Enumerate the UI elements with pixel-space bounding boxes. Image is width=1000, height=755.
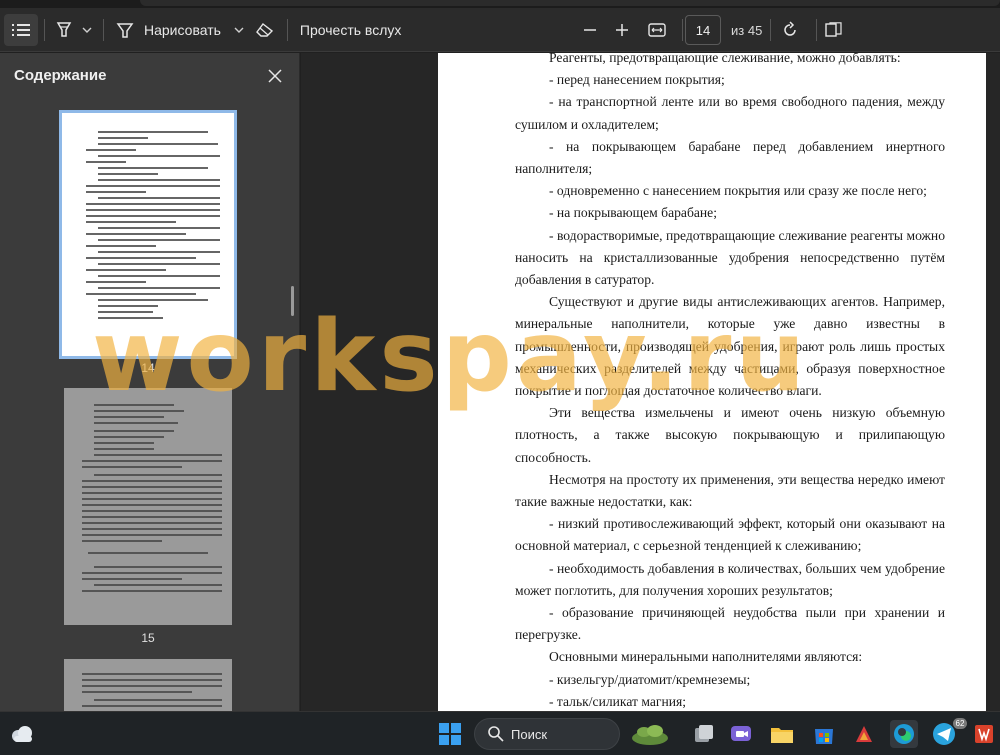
page-paragraph: - перед нанесением покрытия; — [549, 72, 725, 88]
task-view-icon — [695, 725, 713, 742]
minus-icon — [584, 29, 596, 31]
page-number-field[interactable] — [685, 15, 721, 45]
toolbar-separator — [770, 19, 771, 41]
contents-title: Содержание — [14, 67, 107, 84]
widgets-button[interactable] — [630, 720, 670, 748]
page-thumbnail-14[interactable] — [59, 110, 237, 359]
page-view-button[interactable] — [818, 14, 850, 46]
plus-icon — [616, 24, 628, 36]
pen-icon — [116, 22, 134, 38]
pdf-viewer-window: Нарисовать Прочесть вслух из 45 — [0, 0, 1000, 755]
folder-icon — [771, 728, 793, 743]
highlight-options-button[interactable] — [77, 14, 97, 46]
search-label: Поиск — [511, 726, 548, 742]
teams-button[interactable] — [727, 720, 755, 748]
toolbar-separator — [682, 19, 683, 41]
file-explorer-button[interactable] — [768, 720, 796, 748]
page-paragraph: - водорастворимые, предотвращающие слежи… — [515, 227, 945, 288]
document-icon — [975, 725, 993, 743]
contents-toggle-button[interactable] — [4, 13, 38, 46]
edge-icon — [894, 724, 914, 744]
page-paragraph: - образование причиняющей неудобства пыл… — [515, 605, 945, 643]
toolbar-separator — [816, 19, 817, 41]
page-paragraph: - одновременно с нанесением покрытия или… — [549, 183, 927, 199]
cloud-icon — [12, 726, 32, 742]
zoom-in-button[interactable] — [606, 14, 638, 46]
store-button[interactable] — [810, 720, 838, 748]
page-paragraph: Существуют и другие виды антислеживающих… — [515, 294, 945, 399]
notification-badge: 62 — [953, 718, 967, 729]
windows-logo-icon — [439, 723, 461, 745]
page-paragraph: Эти вещества измельчены и имеют очень ни… — [515, 405, 945, 465]
sidebar-scrollbar[interactable] — [291, 286, 294, 316]
eraser-icon — [255, 22, 273, 37]
window-top-strip — [0, 0, 1000, 8]
edge-button[interactable] — [890, 720, 918, 748]
close-icon — [268, 69, 282, 83]
two-page-icon — [825, 22, 842, 37]
page-paragraph: Реагенты, предотвращающие слеживание, мо… — [549, 53, 901, 65]
page-paragraph: Основными минеральными наполнителями явл… — [549, 649, 863, 665]
close-contents-button[interactable] — [264, 65, 286, 87]
document-page: Реагенты, предотвращающие слеживание, мо… — [438, 53, 986, 711]
highlighter-icon — [56, 21, 72, 37]
list-icon — [12, 23, 30, 36]
chat-icon — [731, 726, 751, 741]
tab-edge — [140, 0, 1000, 6]
contents-panel: Содержание 14 15 — [0, 53, 300, 719]
zoom-out-button[interactable] — [574, 14, 606, 46]
page-paragraph: - низкий противослеживающий эффект, кото… — [515, 516, 945, 554]
page-text: Реагенты, предотвращающие слеживание, мо… — [515, 53, 945, 711]
page-paragraph: - на покрывающем барабане; — [549, 205, 717, 221]
thumbnail-number-14: 14 — [141, 361, 155, 375]
task-view-button[interactable] — [690, 720, 718, 748]
fit-width-button[interactable] — [641, 14, 673, 46]
draw-label: Нарисовать — [144, 21, 221, 38]
read-aloud-label: Прочесть вслух — [299, 21, 402, 38]
page-thumbnail-15[interactable] — [64, 388, 232, 625]
read-aloud-button[interactable]: Прочесть вслух — [294, 14, 407, 46]
draw-button[interactable]: Нарисовать — [110, 14, 229, 46]
rotate-button[interactable] — [774, 14, 806, 46]
store-icon — [815, 729, 833, 744]
weather-widget[interactable] — [8, 720, 36, 748]
page-paragraph: - тальк/силикат магния; — [549, 693, 687, 709]
toolbar-separator — [286, 18, 288, 41]
page-paragraph: - на покрывающем барабане перед добавлен… — [515, 138, 945, 177]
toolbar-separator — [44, 18, 45, 41]
thumbnail-number-15: 15 — [141, 631, 155, 645]
page-number-input[interactable] — [685, 15, 721, 45]
landscape-icon — [632, 725, 668, 745]
page-paragraph: - необходимость добавления в количествах… — [515, 560, 945, 598]
chevron-down-icon — [82, 27, 92, 33]
document-viewer: Реагенты, предотвращающие слеживание, мо… — [301, 53, 1000, 711]
toolbar: Нарисовать Прочесть вслух из 45 — [0, 8, 1000, 52]
app-button[interactable] — [850, 720, 878, 748]
page-paragraph: Несмотря на простоту их применения, эти … — [515, 471, 945, 510]
page-paragraph: - на транспортной ленте или во время сво… — [515, 94, 945, 132]
taskbar: Поиск 62 — [0, 711, 1000, 755]
page-paragraph: - кизельгур/диатомит/кремнеземы; — [549, 671, 751, 687]
taskbar-search[interactable]: Поиск — [474, 718, 620, 750]
tools-icon — [856, 726, 872, 742]
page-total: из 45 — [731, 23, 763, 38]
fit-width-icon — [648, 23, 666, 37]
page-thumbnail-16[interactable] — [64, 659, 232, 719]
draw-options-button[interactable] — [229, 14, 249, 46]
office-button[interactable] — [970, 720, 998, 748]
chevron-down-icon — [234, 27, 244, 33]
toolbar-separator — [103, 18, 104, 41]
start-button[interactable] — [436, 720, 464, 748]
highlight-button[interactable] — [51, 14, 77, 46]
rotate-icon — [784, 21, 796, 36]
erase-button[interactable] — [249, 14, 281, 46]
search-icon — [488, 726, 504, 742]
